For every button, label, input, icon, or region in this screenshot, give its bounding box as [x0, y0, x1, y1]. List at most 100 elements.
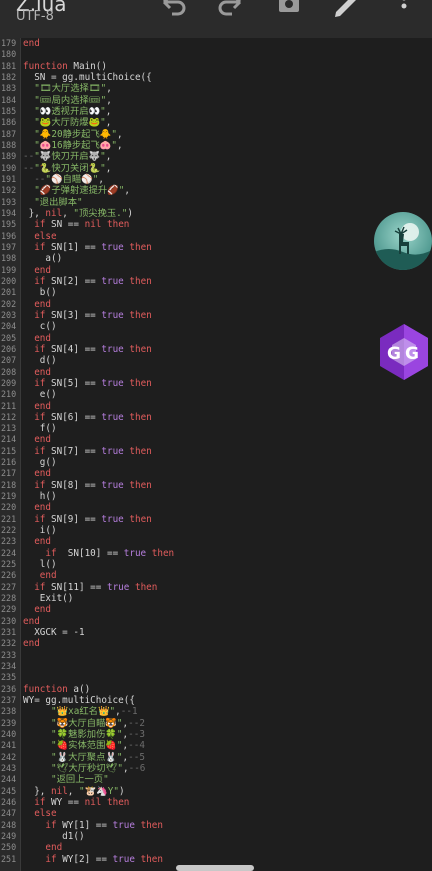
code-line[interactable]: 189 --"🐺快刀开启🐺",: [0, 151, 432, 162]
code-line[interactable]: 211 end: [0, 401, 432, 412]
code-line[interactable]: 202 end: [0, 299, 432, 310]
code-line[interactable]: 186 "🐸大厅防爆🐸",: [0, 117, 432, 128]
deer-app-icon[interactable]: [374, 212, 432, 270]
code-line[interactable]: 237 WY= gg.multiChoice({: [0, 695, 432, 706]
code-line[interactable]: 187 "🐥20静步起飞🐥",: [0, 129, 432, 140]
undo-icon[interactable]: [158, 0, 188, 20]
code-line[interactable]: 208 end: [0, 367, 432, 378]
code-line[interactable]: 235: [0, 672, 432, 683]
edit-icon[interactable]: [330, 0, 360, 20]
code-line[interactable]: 183 "🎞大厅选择🎞",: [0, 83, 432, 94]
code-line[interactable]: 243 "🕊大厅秒切🕊",--6: [0, 763, 432, 774]
code-line[interactable]: 241 "🍓实体范围🍓",--4: [0, 740, 432, 751]
code-line[interactable]: 191 --"⚾自瞄⚾",: [0, 174, 432, 185]
code-line[interactable]: 201 b(): [0, 287, 432, 298]
line-number: 210: [1, 389, 17, 400]
code-line[interactable]: 226 end: [0, 570, 432, 581]
code-line[interactable]: 190 --"🐍快刀关闭🐍",: [0, 163, 432, 174]
line-number: 200: [1, 275, 17, 286]
code-text: end: [34, 400, 51, 412]
code-text: d1(): [23, 830, 85, 842]
code-line[interactable]: 212 if SN[6] == true then: [0, 412, 432, 423]
more-vert-icon[interactable]: [392, 0, 416, 20]
code-line[interactable]: 222 i(): [0, 525, 432, 536]
code-line[interactable]: 224 if SN[10] == true then: [0, 548, 432, 559]
code-line[interactable]: 213 f(): [0, 423, 432, 434]
code-line[interactable]: 182 SN = gg.multiChoice({: [0, 72, 432, 83]
line-number: 191: [1, 173, 17, 184]
code-line[interactable]: 219 h(): [0, 491, 432, 502]
code-line[interactable]: 217 end: [0, 468, 432, 479]
line-number: 208: [1, 366, 17, 377]
code-line[interactable]: 197 if SN[1] == true then: [0, 242, 432, 253]
code-line[interactable]: 245 }, nil, "🐮🦄Y"): [0, 786, 432, 797]
code-line[interactable]: 227 if SN[11] == true then: [0, 582, 432, 593]
code-line[interactable]: 181 function Main(): [0, 61, 432, 72]
gg-app-icon[interactable]: G G: [378, 322, 430, 382]
code-text: else: [34, 808, 57, 820]
code-line[interactable]: 223 end: [0, 536, 432, 547]
code-text: if WY == nil then: [34, 796, 130, 808]
scroll-handle[interactable]: [176, 865, 254, 871]
code-text: "🐽16静步起飞🐽",: [34, 139, 123, 151]
code-line[interactable]: 210 e(): [0, 389, 432, 400]
code-text: end: [45, 842, 63, 854]
code-line[interactable]: 244 "返回上一页": [0, 774, 432, 785]
code-line[interactable]: 203 if SN[3] == true then: [0, 310, 432, 321]
code-line[interactable]: 184 "🎟局内选择🎟",: [0, 95, 432, 106]
code-text: if WY[2] == true then: [45, 853, 163, 865]
code-line[interactable]: 207 d(): [0, 355, 432, 366]
line-number: 232: [1, 638, 17, 649]
code-line[interactable]: 179 end: [0, 38, 432, 49]
code-line[interactable]: 250 end: [0, 842, 432, 853]
code-line[interactable]: 180: [0, 49, 432, 60]
code-line[interactable]: 218 if SN[8] == true then: [0, 480, 432, 491]
code-line[interactable]: 231 XGCK = -1: [0, 627, 432, 638]
code-line[interactable]: 232 end: [0, 638, 432, 649]
code-line[interactable]: 216 g(): [0, 457, 432, 468]
code-line[interactable]: 206 if SN[4] == true then: [0, 344, 432, 355]
code-line[interactable]: 205 end: [0, 333, 432, 344]
code-line[interactable]: 228 Exit(): [0, 593, 432, 604]
code-line[interactable]: 242 "🐰大厅聚点🐰",--5: [0, 752, 432, 763]
code-line[interactable]: 249 d1(): [0, 831, 432, 842]
code-line[interactable]: 220 end: [0, 502, 432, 513]
code-line[interactable]: 251 if WY[2] == true then: [0, 854, 432, 865]
code-line[interactable]: 233: [0, 650, 432, 661]
code-line[interactable]: 214 end: [0, 434, 432, 445]
code-line[interactable]: 199 end: [0, 265, 432, 276]
line-number: 198: [1, 253, 17, 264]
code-line[interactable]: 229 end: [0, 604, 432, 615]
code-text: if SN[1] == true then: [34, 241, 152, 253]
code-line[interactable]: 239 "🐯大厅自瞄🐯",--2: [0, 718, 432, 729]
code-line[interactable]: 225 l(): [0, 559, 432, 570]
code-line[interactable]: 209 if SN[5] == true then: [0, 378, 432, 389]
code-line[interactable]: 195 if SN == nil then: [0, 219, 432, 230]
redo-icon[interactable]: [216, 0, 246, 20]
code-text: end: [34, 366, 51, 378]
code-line[interactable]: 192 "🏈子弹射速提升🏈",: [0, 185, 432, 196]
code-line[interactable]: 230 end: [0, 616, 432, 627]
code-line[interactable]: 240 "🍀魅影加伤🍀",--3: [0, 729, 432, 740]
code-line[interactable]: 204 c(): [0, 321, 432, 332]
code-line[interactable]: 236 function a(): [0, 684, 432, 695]
code-line[interactable]: 247 else: [0, 808, 432, 819]
code-line[interactable]: 185 "👀透视开启👀",: [0, 106, 432, 117]
code-line[interactable]: 200 if SN[2] == true then: [0, 276, 432, 287]
code-line[interactable]: 194 }, nil, "顶尖挽玉."): [0, 208, 432, 219]
code-line[interactable]: 246 if WY == nil then: [0, 797, 432, 808]
code-line[interactable]: 188 "🐽16静步起飞🐽",: [0, 140, 432, 151]
code-line[interactable]: 248 if WY[1] == true then: [0, 820, 432, 831]
code-line[interactable]: 196 else: [0, 231, 432, 242]
line-number: 222: [1, 525, 17, 536]
code-line[interactable]: 193 "退出脚本": [0, 197, 432, 208]
code-text: end: [34, 468, 51, 480]
save-icon[interactable]: [274, 0, 304, 20]
code-line[interactable]: 215 if SN[7] == true then: [0, 446, 432, 457]
code-line[interactable]: 234: [0, 661, 432, 672]
code-line[interactable]: 198 a(): [0, 253, 432, 264]
line-number: 249: [1, 830, 17, 841]
code-line[interactable]: 221 if SN[9] == true then: [0, 514, 432, 525]
code-editor[interactable]: 179 end 180 181 function Main() 182 SN = gg.m…: [0, 38, 432, 871]
code-line[interactable]: 238 "👑xa红名👑",--1: [0, 706, 432, 717]
